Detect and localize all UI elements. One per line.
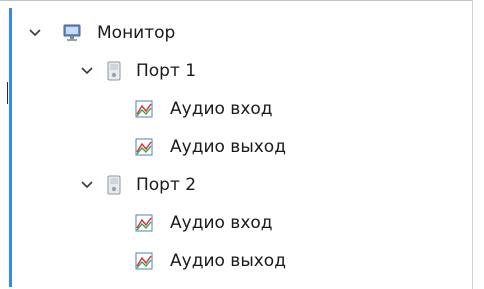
tree-node-port-1[interactable]: Порт 1 (0, 52, 472, 90)
port-device-icon (107, 175, 121, 195)
audio-graph-icon (135, 214, 153, 232)
chevron-down-icon[interactable] (80, 64, 94, 78)
tree-node-audio-in[interactable]: Аудио вход (0, 90, 472, 128)
monitor-icon (63, 24, 81, 41)
tree-node-label: Аудио выход (170, 137, 286, 157)
scrollbar-edge (472, 0, 473, 289)
audio-graph-icon (135, 100, 153, 118)
top-border (0, 0, 472, 1)
tree-node-monitor[interactable]: Монитор (0, 14, 472, 52)
chevron-down-icon[interactable] (28, 26, 42, 40)
chevron-down-icon[interactable] (80, 178, 94, 192)
audio-graph-icon (135, 252, 153, 270)
tree-node-label: Аудио вход (170, 99, 273, 119)
tree-node-port-2[interactable]: Порт 2 (0, 166, 472, 204)
tree-node-label: Порт 2 (136, 175, 197, 195)
tree-node-label: Монитор (97, 23, 176, 43)
tree-node-label: Порт 1 (136, 61, 197, 81)
tree-node-audio-out[interactable]: Аудио выход (0, 242, 472, 280)
tree-node-audio-out[interactable]: Аудио выход (0, 128, 472, 166)
tree-node-label: Аудио выход (170, 251, 286, 271)
audio-graph-icon (135, 138, 153, 156)
port-device-icon (107, 61, 121, 81)
tree-node-audio-in[interactable]: Аудио вход (0, 204, 472, 242)
tree-node-label: Аудио вход (170, 213, 273, 233)
tree-view: Монитор Порт 1 Аудио вход Аудио выход По… (0, 14, 472, 280)
tree-panel: Монитор Порт 1 Аудио вход Аудио выход По… (0, 0, 484, 289)
